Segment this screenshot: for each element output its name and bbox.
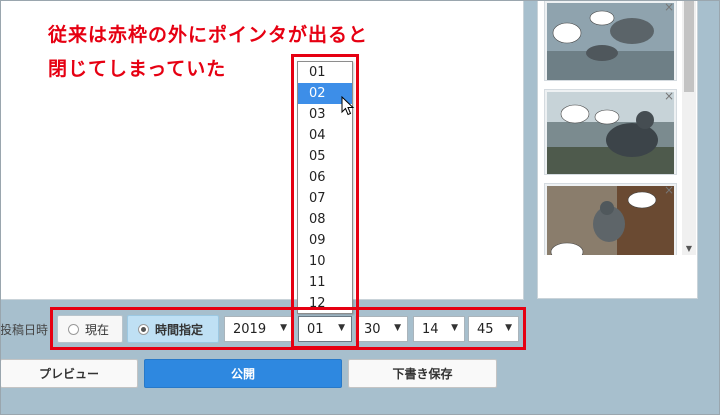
dropdown-arrow-icon: ▼: [505, 323, 512, 333]
minute-value: 45: [477, 321, 494, 337]
month-option[interactable]: 11: [298, 272, 352, 293]
post-datetime-label: 投稿日時: [0, 323, 49, 337]
month-option[interactable]: 10: [298, 251, 352, 272]
day-value: 30: [364, 321, 381, 337]
radio-specify-label: 時間指定: [155, 322, 204, 337]
dropdown-arrow-icon: ▼: [394, 323, 401, 333]
radio-icon: [138, 323, 149, 335]
side-panel-scrollbar[interactable]: ▼: [682, 0, 696, 255]
thumbnail-image[interactable]: ×: [544, 183, 677, 255]
radio-now-label: 現在: [85, 322, 110, 337]
year-value: 2019: [233, 321, 267, 337]
month-option[interactable]: 04: [298, 125, 352, 146]
month-option[interactable]: 01: [298, 62, 352, 83]
month-select[interactable]: 01 ▼: [298, 316, 352, 342]
thumbnail-image[interactable]: ×: [544, 0, 677, 81]
preview-button[interactable]: プレビュー: [0, 359, 138, 388]
annotation-text: 従来は赤枠の外にポインタが出ると 閉じてしまっていた: [48, 18, 448, 86]
radio-icon: [68, 323, 79, 335]
hour-value: 14: [422, 321, 439, 337]
pigeon-photo-3: [547, 186, 674, 255]
month-option[interactable]: 12: [298, 293, 352, 314]
thumbnail-close-icon[interactable]: ×: [664, 90, 674, 102]
pigeon-photo-2: [547, 92, 674, 174]
annotation-line-2: 閉じてしまっていた: [48, 58, 227, 80]
month-option[interactable]: 08: [298, 209, 352, 230]
month-value: 01: [307, 321, 324, 337]
annotation-line-1: 従来は赤枠の外にポインタが出ると: [48, 24, 369, 46]
publish-button[interactable]: 公開: [144, 359, 342, 388]
month-option[interactable]: 07: [298, 188, 352, 209]
month-option[interactable]: 05: [298, 146, 352, 167]
mouse-pointer-icon: [341, 96, 355, 116]
dropdown-arrow-icon: ▼: [451, 323, 458, 333]
thumbnail-close-icon[interactable]: ×: [664, 1, 674, 13]
dropdown-arrow-icon: ▼: [338, 323, 345, 333]
radio-now-button[interactable]: 現在: [57, 315, 123, 343]
scroll-down-arrow-icon[interactable]: ▼: [684, 244, 694, 253]
image-side-panel: × × × ▼: [537, 0, 698, 299]
month-option[interactable]: 09: [298, 230, 352, 251]
dropdown-arrow-icon: ▼: [280, 323, 287, 333]
editor-pane[interactable]: 従来は赤枠の外にポインタが出ると 閉じてしまっていた: [0, 0, 524, 300]
scrollbar-thumb[interactable]: [684, 0, 694, 92]
thumbnail-close-icon[interactable]: ×: [664, 184, 674, 196]
month-option[interactable]: 06: [298, 167, 352, 188]
day-select[interactable]: 30 ▼: [355, 316, 408, 342]
year-select[interactable]: 2019 ▼: [224, 316, 294, 342]
radio-specify-time-button[interactable]: 時間指定: [127, 315, 219, 343]
minute-select[interactable]: 45 ▼: [468, 316, 519, 342]
pigeon-photo-1: [547, 3, 674, 80]
thumbnail-list: × × ×: [544, 0, 677, 255]
hour-select[interactable]: 14 ▼: [413, 316, 465, 342]
save-draft-button[interactable]: 下書き保存: [348, 359, 497, 388]
thumbnail-image[interactable]: ×: [544, 89, 677, 175]
